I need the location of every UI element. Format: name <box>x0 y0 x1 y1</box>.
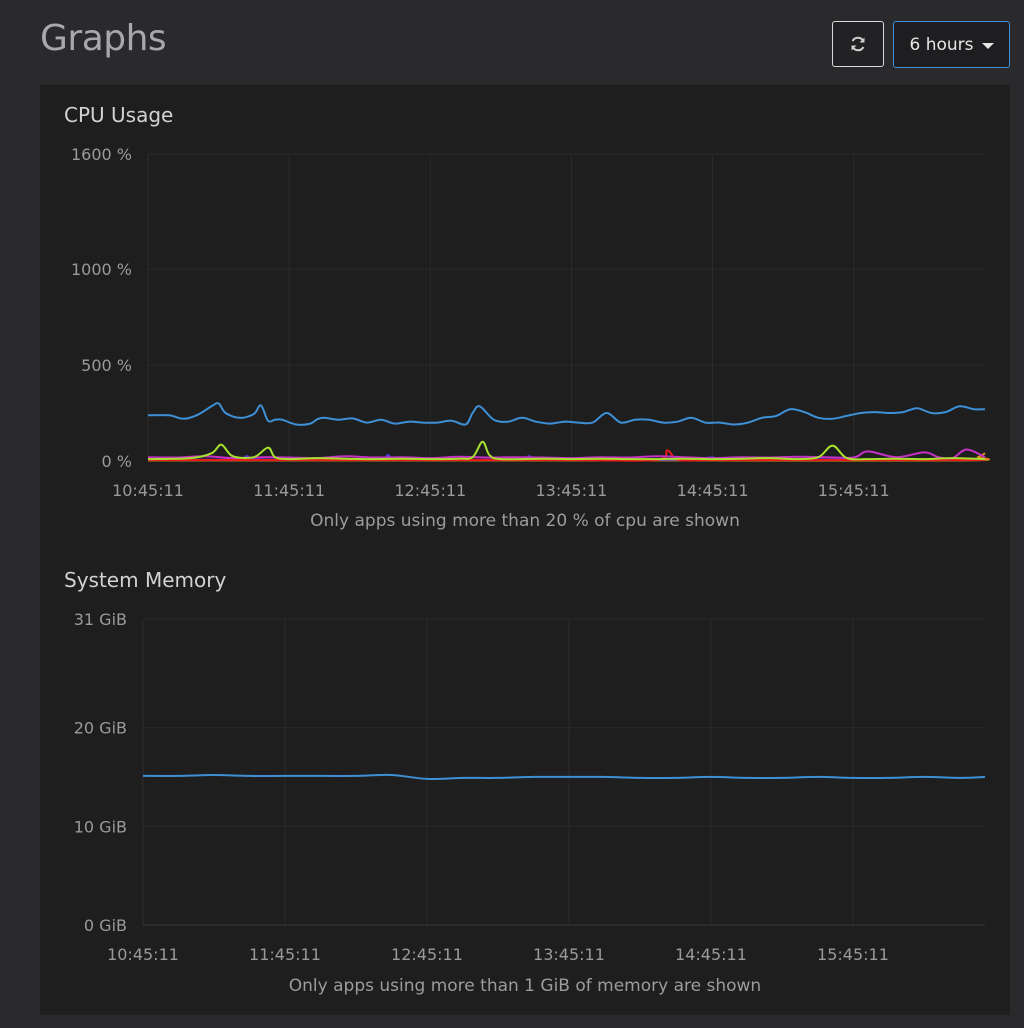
memory-x-tick-label: 14:45:11 <box>675 945 747 964</box>
cpu-x-tick-label: 12:45:11 <box>394 481 466 500</box>
memory-series-line <box>142 773 986 781</box>
memory-x-tick-label: 10:45:11 <box>107 945 179 964</box>
caret-down-icon <box>981 42 994 49</box>
time-range-label: 6 hours <box>909 34 974 55</box>
cpu-y-tick-label: 0 % <box>102 452 132 471</box>
cpu-x-tick-label: 15:45:11 <box>818 481 890 500</box>
memory-y-tick-label: 31 GiB <box>74 610 127 629</box>
cpu-usage-chart: 10:45:11 11:45:11 12:45:11 13:45:11 14:45:11… <box>71 145 990 500</box>
cpu-x-tick-label: 14:45:11 <box>677 481 749 500</box>
time-range-dropdown[interactable]: 6 hours <box>893 21 1010 68</box>
memory-y-tick-label: 0 GiB <box>84 916 127 935</box>
memory-x-tick-label: 15:45:11 <box>817 945 889 964</box>
cpu-y-tick-label: 1000 % <box>71 260 132 279</box>
page-title: Graphs <box>40 18 167 59</box>
memory-x-tick-label: 13:45:11 <box>533 945 605 964</box>
cpu-x-tick-label: 13:45:11 <box>536 481 608 500</box>
memory-y-tick-label: 20 GiB <box>74 719 127 738</box>
cpu-x-tick-label: 10:45:11 <box>112 481 184 500</box>
cpu-chart-title: CPU Usage <box>64 103 174 127</box>
refresh-button[interactable] <box>832 21 884 67</box>
cpu-series-line <box>147 440 986 461</box>
memory-y-tick-label: 10 GiB <box>74 817 127 836</box>
memory-x-tick-label: 12:45:11 <box>391 945 463 964</box>
refresh-icon <box>851 36 865 52</box>
memory-x-tick-label: 11:45:11 <box>249 945 321 964</box>
cpu-y-tick-label: 500 % <box>81 356 132 375</box>
cpu-x-tick-label: 11:45:11 <box>253 481 325 500</box>
graphs-panel: CPU Usage 10:45:11 11:45:11 12:45:11 13:45:… <box>40 85 1010 1015</box>
cpu-chart-note: Only apps using more than 20 % of cpu ar… <box>310 511 740 531</box>
memory-chart-title: System Memory <box>64 568 227 592</box>
memory-chart-note: Only apps using more than 1 GiB of memor… <box>288 976 762 996</box>
cpu-series-line <box>147 402 986 426</box>
memory-usage-chart: 10:45:11 11:45:11 12:45:11 13:45:11 14:45:11… <box>74 610 986 964</box>
cpu-y-tick-label: 1600 % <box>71 145 132 164</box>
